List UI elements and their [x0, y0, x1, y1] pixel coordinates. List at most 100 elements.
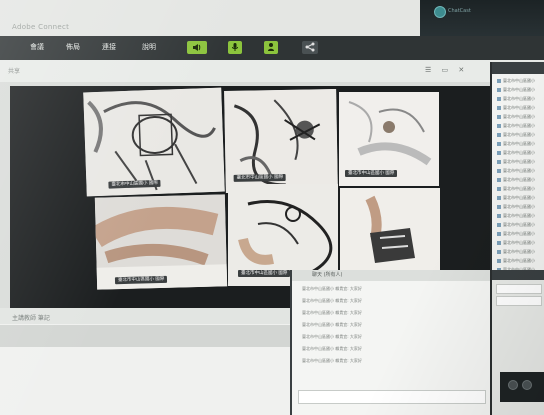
video-tile-3[interactable]: 臺北市中山區國小 國際 [339, 92, 439, 186]
attendee-row[interactable]: 臺北市中山區國小 [497, 114, 535, 121]
attendee-name: 臺北市中山區國小 [503, 78, 535, 83]
attendee-icon [497, 187, 501, 191]
user-icon [268, 43, 274, 51]
attendee-row[interactable]: 臺北市中山區國小 [497, 222, 535, 229]
attendee-row[interactable]: 臺北市中山區國小 [497, 240, 535, 247]
attendee-row[interactable]: 臺北市中山區國小 [497, 141, 535, 148]
attendee-row[interactable]: 臺北市中山區國小 [497, 213, 535, 220]
attendee-name: 臺北市中山區國小 [503, 123, 535, 128]
attendee-icon [497, 214, 501, 218]
attendee-icon [497, 232, 501, 236]
notes-pod: 主講教師 筆記 [0, 308, 290, 415]
chat-message: 臺北市中山區國小 賴貴宜: 大家好 [302, 286, 362, 291]
video-caption: 臺北市中山區國小 國際 [233, 173, 287, 182]
window-title: Adobe Connect [12, 23, 70, 31]
attendee-name: 臺北市中山區國小 [503, 159, 535, 164]
chat-message: 臺北市中山區國小 賴貴宜: 大家好 [302, 334, 362, 339]
attendee-name: 臺北市中山區國小 [503, 105, 535, 110]
attendee-row[interactable]: 臺北市中山區國小 [497, 231, 535, 238]
attendee-icon [497, 106, 501, 110]
menu-help[interactable]: 說明 [142, 40, 156, 54]
attendee-icon [497, 133, 501, 137]
attendee-name: 臺北市中山區國小 [503, 222, 535, 227]
chat-input[interactable] [298, 390, 486, 404]
attendee-row[interactable]: 臺北市中山區國小 [497, 123, 535, 130]
attendee-row[interactable]: 臺北市中山區國小 [497, 105, 535, 112]
attendee-name: 臺北市中山區國小 [503, 177, 535, 182]
attendee-name: 臺北市中山區國小 [503, 96, 535, 101]
pod-toolstrip: 共享 ☰ ▭ ✕ [0, 60, 544, 82]
menu-layout[interactable]: 佈局 [66, 40, 80, 54]
notes-toolbar [0, 325, 290, 347]
side-panel-field[interactable] [496, 284, 542, 294]
attendee-icon [497, 160, 501, 164]
attendee-name: 臺北市中山區國小 [503, 240, 535, 245]
video-tile-2[interactable]: 臺北市中山區國小 國際 [224, 89, 338, 193]
attendee-row[interactable]: 臺北市中山區國小 [497, 258, 535, 265]
attendee-name: 臺北市中山區國小 [503, 231, 535, 236]
pod-options-icon[interactable]: ☰ ▭ ✕ [425, 66, 468, 74]
attendee-row[interactable]: 臺北市中山區國小 [497, 78, 535, 85]
tray-icon[interactable] [508, 380, 518, 390]
attendee-row[interactable]: 臺北市中山區國小 [497, 186, 535, 193]
menu-pods[interactable]: 連接 [102, 40, 116, 54]
attendee-icon [497, 124, 501, 128]
attendee-row[interactable]: 臺北市中山區國小 [497, 159, 535, 166]
attendee-name: 臺北市中山區國小 [503, 114, 535, 119]
attendee-icon [497, 241, 501, 245]
chat-message: 臺北市中山區國小 賴貴宜: 大家好 [302, 358, 362, 363]
attendee-icon [497, 250, 501, 254]
tray-icon[interactable] [522, 380, 532, 390]
attendee-icon [497, 259, 501, 263]
attendee-icon [497, 223, 501, 227]
attendee-icon [497, 142, 501, 146]
attendee-icon [497, 79, 501, 83]
microphone-button[interactable] [228, 41, 242, 54]
attendee-name: 臺北市中山區國小 [503, 168, 535, 173]
attendee-row[interactable]: 臺北市中山區國小 [497, 132, 535, 139]
side-panel-field[interactable] [496, 296, 542, 306]
webcam-button[interactable] [264, 41, 278, 54]
attendee-icon [497, 151, 501, 155]
video-caption: 臺北市中山區國小 國際 [114, 275, 168, 285]
attendee-row[interactable]: 臺北市中山區國小 [497, 87, 535, 94]
monitor-screen: Adobe Connect ChatCast 會議 佈局 連接 說明 共享 ☰ … [0, 0, 544, 415]
chat-message: 臺北市中山區國小 賴貴宜: 大家好 [302, 346, 362, 351]
attendee-icon [497, 178, 501, 182]
webcam-overlay: ChatCast [420, 0, 544, 40]
side-panel-header [492, 270, 544, 280]
video-caption: 臺北市中山區國小 國際 [238, 270, 291, 277]
chat-title: 聊天 (所有人) [292, 270, 492, 281]
chat-pod: 聊天 (所有人) 臺北市中山區國小 賴貴宜: 大家好 臺北市中山區國小 賴貴宜: … [290, 270, 492, 415]
attendee-name: 臺北市中山區國小 [503, 249, 535, 254]
attendee-icon [497, 115, 501, 119]
attendee-name: 臺北市中山區國小 [503, 132, 535, 137]
attendee-name: 臺北市中山區國小 [503, 195, 535, 200]
attendee-list-header [492, 62, 544, 74]
attendee-row[interactable]: 臺北市中山區國小 [497, 150, 535, 157]
notes-title: 主講教師 筆記 [12, 315, 50, 322]
share-icon [305, 42, 315, 52]
attendee-name: 臺北市中山區國小 [503, 258, 535, 263]
attendee-name: 臺北市中山區國小 [503, 150, 535, 155]
attendee-row[interactable]: 臺北市中山區國小 [497, 96, 535, 103]
chat-message: 臺北市中山區國小 賴貴宜: 大家好 [302, 298, 362, 303]
menu-meeting[interactable]: 會議 [30, 40, 44, 54]
attendee-name: 臺北市中山區國小 [503, 204, 535, 209]
attendee-row[interactable]: 臺北市中山區國小 [497, 195, 535, 202]
video-tile-1[interactable]: 臺北市中山區國小 國際 [83, 87, 225, 197]
speaker-button[interactable] [187, 41, 207, 54]
attendee-icon [497, 88, 501, 92]
attendee-row[interactable]: 臺北市中山區國小 [497, 168, 535, 175]
attendee-row[interactable]: 臺北市中山區國小 [497, 249, 535, 256]
attendee-name: 臺北市中山區國小 [503, 141, 535, 146]
chat-message: 臺北市中山區國小 賴貴宜: 大家好 [302, 322, 362, 327]
share-button[interactable] [302, 41, 318, 54]
speaker-icon [193, 44, 201, 51]
attendee-row[interactable]: 臺北市中山區國小 [497, 204, 535, 211]
attendee-row[interactable]: 臺北市中山區國小 [497, 177, 535, 184]
microphone-icon [232, 43, 238, 51]
video-caption: 臺北市中山區國小 國際 [345, 170, 398, 177]
video-tile-4[interactable]: 臺北市中山區國小 國際 [94, 194, 228, 290]
window-titlebar: Adobe Connect [0, 0, 420, 36]
